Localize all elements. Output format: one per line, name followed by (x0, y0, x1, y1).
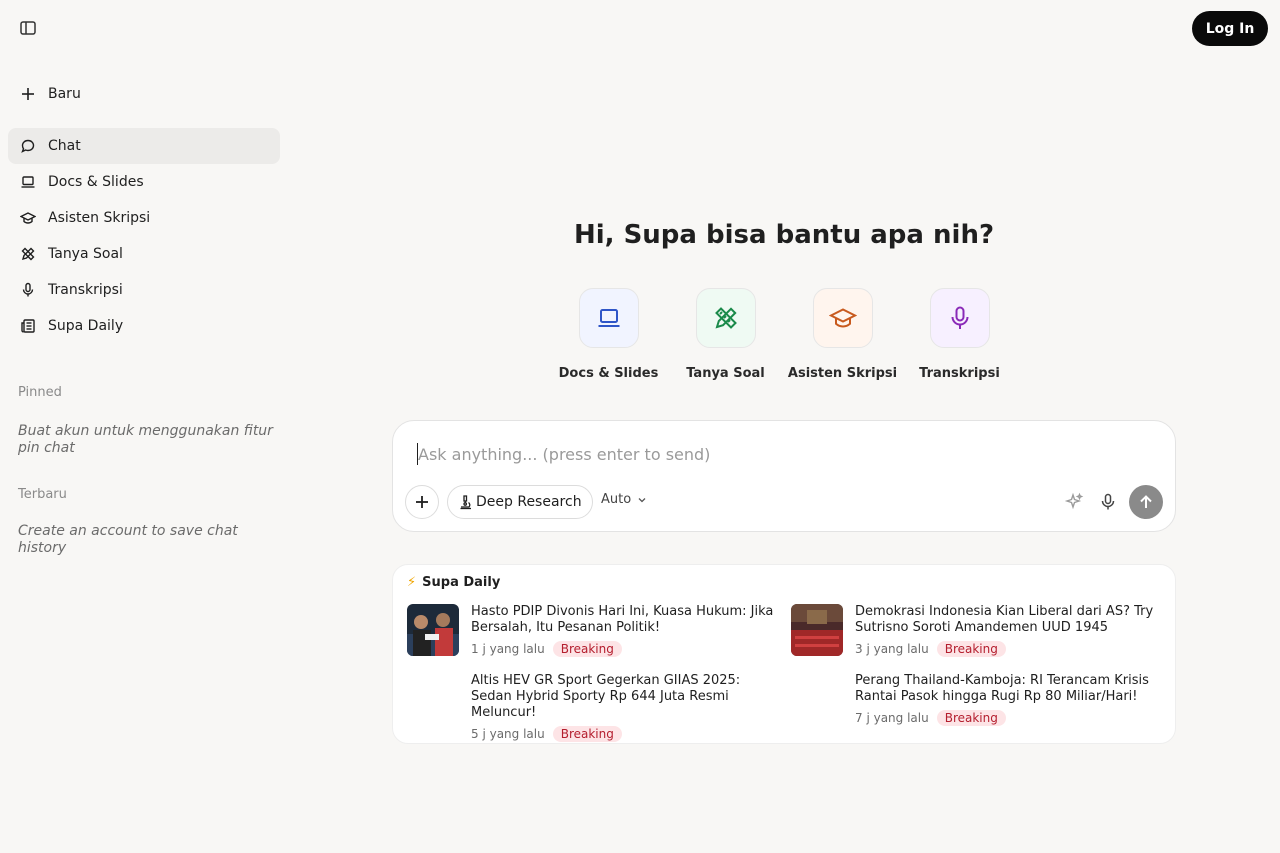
breaking-badge: Breaking (936, 710, 1006, 726)
shortcut-label: Asisten Skripsi (787, 366, 898, 381)
lightning-icon: ⚡ (407, 575, 417, 590)
chat-input[interactable] (417, 443, 1137, 465)
chevron-down-icon (638, 497, 646, 502)
news-thumbnail-placeholder (407, 673, 459, 725)
news-title: Altis HEV GR Sport Gegerkan GIIAS 2025: … (471, 673, 741, 720)
shortcut-row: Docs & Slides Tanya Soal Asisten Skripsi… (550, 288, 1018, 381)
news-thumbnail-placeholder (791, 673, 843, 725)
sidebar-item-label: Tanya Soal (48, 246, 123, 262)
send-button[interactable] (1129, 485, 1163, 519)
shortcut-asisten-skripsi[interactable]: Asisten Skripsi (784, 288, 901, 381)
recent-section-title: Terbaru (18, 487, 67, 502)
login-button[interactable]: Log In (1192, 11, 1268, 46)
pencil-ruler-icon (695, 288, 756, 348)
model-select[interactable]: Auto (601, 492, 647, 507)
sidebar-item-label: Chat (48, 138, 81, 154)
new-chat-label: Baru (48, 86, 81, 102)
voice-input-button[interactable] (1097, 491, 1119, 513)
news-title: Hasto PDIP Divonis Hari Ini, Kuasa Hukum… (471, 604, 774, 635)
sidebar-item-label: Docs & Slides (48, 174, 144, 190)
shortcut-docs-slides[interactable]: Docs & Slides (550, 288, 667, 381)
pinned-section-title: Pinned (18, 385, 62, 400)
enhance-prompt-button[interactable] (1063, 491, 1085, 513)
sidebar-item-supa-daily[interactable]: Supa Daily (8, 308, 280, 344)
arrow-up-icon (1140, 495, 1152, 508)
graduation-cap-icon (812, 288, 873, 348)
pinned-empty-note: Buat akun untuk menggunakan fitur pin ch… (18, 423, 273, 456)
laptop-icon (20, 174, 36, 190)
news-item[interactable]: Demokrasi Indonesia Kian Liberal dari AS… (791, 604, 1161, 657)
sidebar-nav: Chat Docs & Slides Asisten Skripsi Tanya… (8, 128, 280, 344)
sidebar-item-docs-slides[interactable]: Docs & Slides (8, 164, 280, 200)
shortcut-label: Tanya Soal (686, 366, 765, 381)
chat-composer: Deep Research Auto (392, 420, 1176, 532)
sidebar-item-label: Asisten Skripsi (48, 210, 151, 226)
deep-research-label: Deep Research (476, 494, 582, 510)
sidebar-item-label: Supa Daily (48, 318, 124, 334)
sidebar-item-chat[interactable]: Chat (8, 128, 280, 164)
news-item[interactable]: Hasto PDIP Divonis Hari Ini, Kuasa Hukum… (407, 604, 777, 657)
plus-icon (416, 496, 428, 508)
sidebar-toggle-icon[interactable] (18, 18, 38, 38)
pencil-ruler-icon (20, 246, 36, 262)
shortcut-label: Transkripsi (919, 366, 1000, 381)
deep-research-button[interactable]: Deep Research (447, 485, 593, 519)
breaking-badge: Breaking (936, 641, 1006, 657)
microscope-icon (460, 495, 471, 510)
supa-daily-title: Supa Daily (422, 575, 501, 590)
news-title: Demokrasi Indonesia Kian Liberal dari AS… (855, 604, 1154, 635)
sparkle-icon (1064, 492, 1084, 510)
shortcut-transkripsi[interactable]: Transkripsi (901, 288, 1018, 381)
news-time: 1 j yang lalu (471, 642, 545, 656)
graduation-cap-icon (20, 210, 36, 226)
model-select-label: Auto (601, 492, 632, 507)
new-chat-button[interactable]: Baru (8, 76, 280, 112)
breaking-badge: Breaking (552, 641, 622, 657)
supa-daily-card: ⚡ Supa Daily Hasto PDIP Divonis Hari Ini… (392, 564, 1176, 744)
supa-daily-header: ⚡ Supa Daily (407, 575, 500, 590)
news-time: 5 j yang lalu (471, 727, 545, 741)
sidebar-item-transkripsi[interactable]: Transkripsi (8, 272, 280, 308)
news-item[interactable]: Perang Thailand-Kamboja: RI Terancam Kri… (791, 673, 1161, 726)
shortcut-tanya-soal[interactable]: Tanya Soal (667, 288, 784, 381)
newspaper-icon (20, 318, 36, 334)
microphone-icon (20, 282, 36, 298)
news-title: Perang Thailand-Kamboja: RI Terancam Kri… (855, 673, 1149, 704)
sidebar-item-tanya-soal[interactable]: Tanya Soal (8, 236, 280, 272)
breaking-badge: Breaking (552, 726, 622, 742)
news-thumbnail (791, 604, 843, 656)
sidebar: Baru Chat Docs & Slides Asisten Skripsi … (0, 0, 288, 853)
sidebar-item-label: Transkripsi (48, 282, 123, 298)
laptop-icon (578, 288, 639, 348)
recent-empty-note: Create an account to save chat history (18, 523, 238, 556)
news-item[interactable]: Altis HEV GR Sport Gegerkan GIIAS 2025: … (407, 673, 777, 742)
microphone-icon (929, 288, 990, 348)
sidebar-item-asisten-skripsi[interactable]: Asisten Skripsi (8, 200, 280, 236)
news-time: 7 j yang lalu (855, 711, 929, 725)
shortcut-label: Docs & Slides (558, 366, 659, 381)
chat-bubble-icon (20, 138, 36, 154)
attach-button[interactable] (405, 485, 439, 519)
microphone-icon (1101, 493, 1115, 510)
plus-icon (20, 86, 36, 102)
news-time: 3 j yang lalu (855, 642, 929, 656)
page-title: Hi, Supa bisa bantu apa nih? (573, 220, 995, 250)
news-thumbnail (407, 604, 459, 656)
